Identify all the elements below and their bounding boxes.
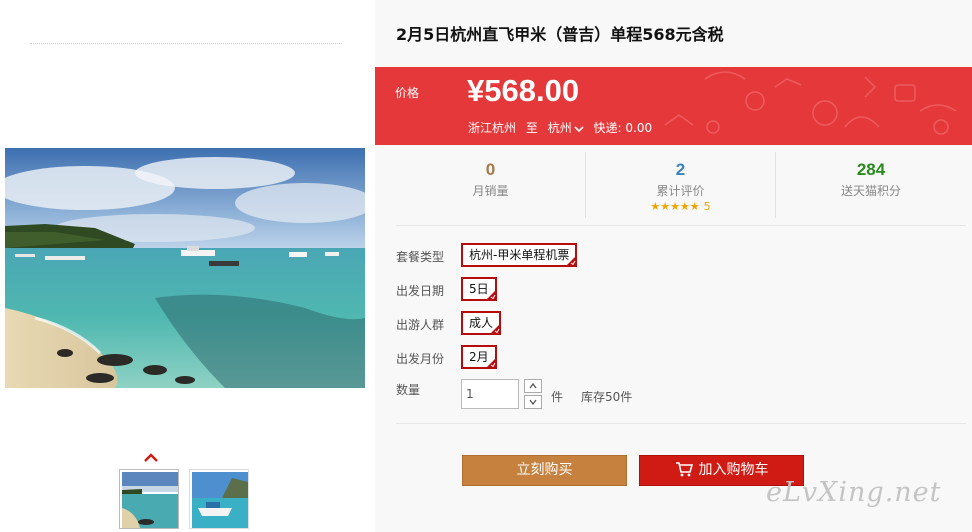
option-value-selected[interactable]: 杭州-甲米单程机票	[461, 243, 578, 267]
shopping-cart-icon	[675, 461, 693, 476]
selected-check-icon	[490, 324, 501, 334]
sales-stats: 0 月销量 2 累计评价 ★★★★★ 5 284 送天猫积分	[396, 152, 966, 218]
rating-score: 5	[703, 200, 711, 213]
stat-monthly-sales: 0 月销量	[396, 152, 586, 218]
chevron-down-icon	[574, 125, 584, 132]
stat-value: 2	[675, 160, 686, 179]
product-title: 2月5日杭州直飞甲米（普吉）单程568元含税	[396, 25, 724, 44]
stock-count: 库存50件	[581, 390, 633, 404]
option-value-selected[interactable]: 5日	[461, 277, 497, 301]
chevron-down-icon	[529, 399, 537, 405]
stat-label: 送天猫积分	[840, 184, 901, 198]
chevron-up-icon[interactable]	[143, 452, 159, 462]
star-icons: ★★★★★	[650, 200, 700, 213]
price-label: 价格	[395, 86, 420, 100]
origin-city: 浙江杭州	[468, 121, 517, 135]
quantity-input[interactable]: 1	[461, 379, 519, 409]
price-value: ¥568.00	[467, 73, 580, 108]
option-label: 出发月份	[396, 352, 445, 366]
rating-stars: ★★★★★ 5	[586, 200, 775, 213]
gallery-divider	[30, 43, 342, 44]
option-value-selected[interactable]: 2月	[461, 345, 497, 369]
option-value-selected[interactable]: 成人	[461, 311, 502, 335]
stat-value: 0	[485, 160, 496, 179]
option-label: 出游人群	[396, 318, 445, 332]
stat-tmall-points: 284 送天猫积分	[776, 152, 966, 218]
quantity-unit: 件	[551, 390, 564, 404]
add-to-cart-label: 加入购物车	[698, 462, 769, 478]
price-banner: 价格 ¥568.00 浙江杭州 至 杭州 快递: 0.00	[375, 67, 972, 145]
buy-now-button[interactable]: 立刻购买	[462, 455, 627, 486]
stat-label: 累计评价	[656, 184, 705, 198]
stat-label: 月销量	[472, 184, 509, 198]
quantity-selector: 数量 1 件 库存50件	[396, 378, 796, 412]
banner-pattern	[664, 71, 957, 135]
section-divider	[396, 225, 966, 226]
site-watermark: eLvXing.net	[766, 477, 942, 508]
selected-check-icon	[566, 256, 577, 266]
option-label: 出发日期	[396, 284, 445, 298]
selected-check-icon	[485, 358, 496, 368]
destination-city: 杭州	[547, 121, 572, 135]
stat-value: 284	[856, 160, 886, 179]
quantity-increase-button[interactable]	[524, 379, 542, 393]
delivery-route: 浙江杭州 至 杭州 快递: 0.00	[468, 119, 652, 136]
stat-reviews[interactable]: 2 累计评价 ★★★★★ 5	[586, 152, 776, 218]
thumbnail-beach-1[interactable]	[119, 469, 179, 529]
option-label: 套餐类型	[396, 250, 445, 264]
route-to-label: 至	[525, 121, 538, 135]
chevron-up-icon	[529, 383, 537, 389]
selected-check-icon	[485, 290, 496, 300]
thumbnail-boat-2[interactable]	[189, 469, 249, 529]
quantity-label: 数量	[396, 383, 421, 397]
option-value-text: 杭州-甲米单程机票	[469, 248, 570, 262]
destination-select[interactable]: 杭州	[548, 119, 584, 136]
shipping-fee: 快递: 0.00	[593, 121, 653, 135]
section-divider	[396, 423, 966, 424]
product-gallery	[0, 0, 372, 532]
main-product-image[interactable]	[5, 148, 365, 388]
quantity-decrease-button[interactable]	[524, 395, 542, 409]
product-info-panel: 2月5日杭州直飞甲米（普吉）单程568元含税 价格 ¥568.00 浙江杭州 至…	[375, 0, 972, 532]
